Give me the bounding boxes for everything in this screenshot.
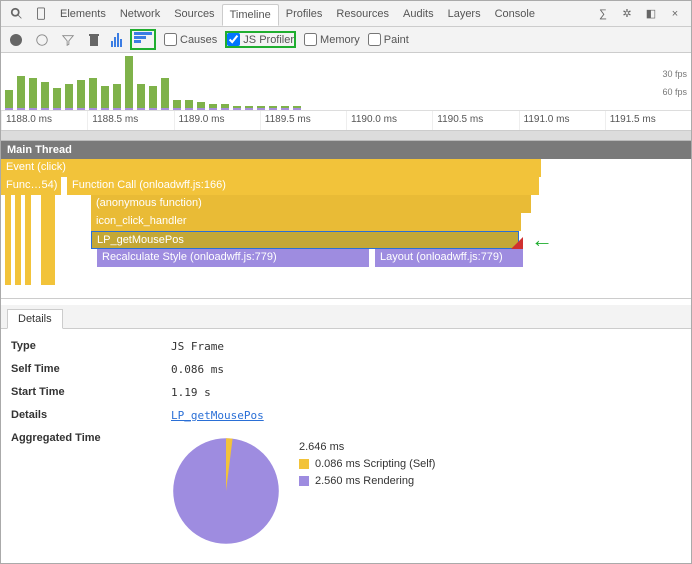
details-tabs: Details <box>1 305 691 329</box>
selftime-value: 0.086 ms <box>171 363 224 376</box>
details-panel: TypeJS Frame Self Time0.086 ms Start Tim… <box>1 329 691 557</box>
fps-60-label: 60 fps <box>662 87 687 97</box>
tab-layers[interactable]: Layers <box>441 4 488 24</box>
starttime-value: 1.19 s <box>171 386 211 399</box>
warning-triangle-icon <box>511 237 523 249</box>
flame-recalc[interactable]: Recalculate Style (onloadwff.js:779) <box>97 249 369 267</box>
flame-funccall[interactable]: Function Call (onloadwff.js:166) <box>67 177 539 195</box>
view-bars-icon[interactable] <box>111 33 122 47</box>
pie-total: 2.646 ms <box>299 441 344 453</box>
garbage-icon[interactable] <box>85 31 103 49</box>
aggregated-key: Aggregated Time <box>11 432 171 444</box>
jsprofiler-checkbox[interactable]: JS Profiler <box>227 33 294 46</box>
swatch-rendering <box>299 476 309 486</box>
details-link[interactable]: LP_getMousePos <box>171 409 264 422</box>
tab-elements[interactable]: Elements <box>53 4 113 24</box>
gear-icon[interactable]: ✲ <box>618 5 636 23</box>
timeline-subbar: Causes JS Profiler Memory Paint <box>1 27 691 53</box>
flame-anon[interactable]: (anonymous function) <box>91 195 531 213</box>
tab-audits[interactable]: Audits <box>396 4 441 24</box>
type-value: JS Frame <box>171 340 224 353</box>
paint-checkbox[interactable]: Paint <box>368 33 409 46</box>
tab-resources[interactable]: Resources <box>329 4 396 24</box>
legend-scripting: 0.086 ms Scripting (Self) <box>315 458 435 470</box>
paint-label: Paint <box>384 34 409 46</box>
tab-network[interactable]: Network <box>113 4 167 24</box>
record-button[interactable] <box>7 31 25 49</box>
selftime-key: Self Time <box>11 363 171 376</box>
device-icon[interactable] <box>32 5 50 23</box>
filter-icon[interactable] <box>59 31 77 49</box>
flame-iconclick[interactable]: icon_click_handler <box>91 213 521 231</box>
aggregated-pie-chart <box>171 436 281 546</box>
thread-header: Main Thread <box>1 141 691 159</box>
time-ruler: 1188.0 ms1188.5 ms1189.0 ms1189.5 ms1190… <box>1 110 691 130</box>
timeline-overview[interactable]: 30 fps 60 fps 1188.0 ms1188.5 ms1189.0 m… <box>1 53 691 131</box>
type-key: Type <box>11 340 171 353</box>
search-icon[interactable] <box>8 5 26 23</box>
causes-label: Causes <box>180 34 217 46</box>
memory-label: Memory <box>320 34 360 46</box>
fps-30-label: 30 fps <box>662 69 687 79</box>
starttime-key: Start Time <box>11 386 171 399</box>
flame-chart[interactable]: Event (click) Func…54) Function Call (on… <box>1 159 691 299</box>
tab-console[interactable]: Console <box>488 4 542 24</box>
dock-icon[interactable]: ◧ <box>642 5 660 23</box>
legend-rendering: 2.560 ms Rendering <box>315 475 414 487</box>
callout-arrow-icon: ← <box>531 227 553 253</box>
flamechart-toggle[interactable] <box>130 29 156 50</box>
close-icon[interactable]: × <box>666 5 684 23</box>
flame-lpgetmousepos[interactable]: LP_getMousePos <box>91 231 519 249</box>
flame-layout[interactable]: Layout (onloadwff.js:779) <box>375 249 523 267</box>
tab-profiles[interactable]: Profiles <box>279 4 330 24</box>
clear-icon[interactable] <box>33 31 51 49</box>
memory-checkbox[interactable]: Memory <box>304 33 360 46</box>
jsprofiler-label: JS Profiler <box>243 34 294 46</box>
scrubber[interactable] <box>1 131 691 141</box>
tab-sources[interactable]: Sources <box>167 4 221 24</box>
flame-event[interactable]: Event (click) <box>1 159 541 177</box>
details-tab[interactable]: Details <box>7 309 63 329</box>
drawer-icon[interactable]: ∑ <box>594 5 612 23</box>
devtools-toolbar: Elements Network Sources Timeline Profil… <box>1 1 691 27</box>
details-key: Details <box>11 409 171 422</box>
tab-timeline[interactable]: Timeline <box>222 4 279 26</box>
swatch-scripting <box>299 459 309 469</box>
causes-checkbox[interactable]: Causes <box>164 33 217 46</box>
